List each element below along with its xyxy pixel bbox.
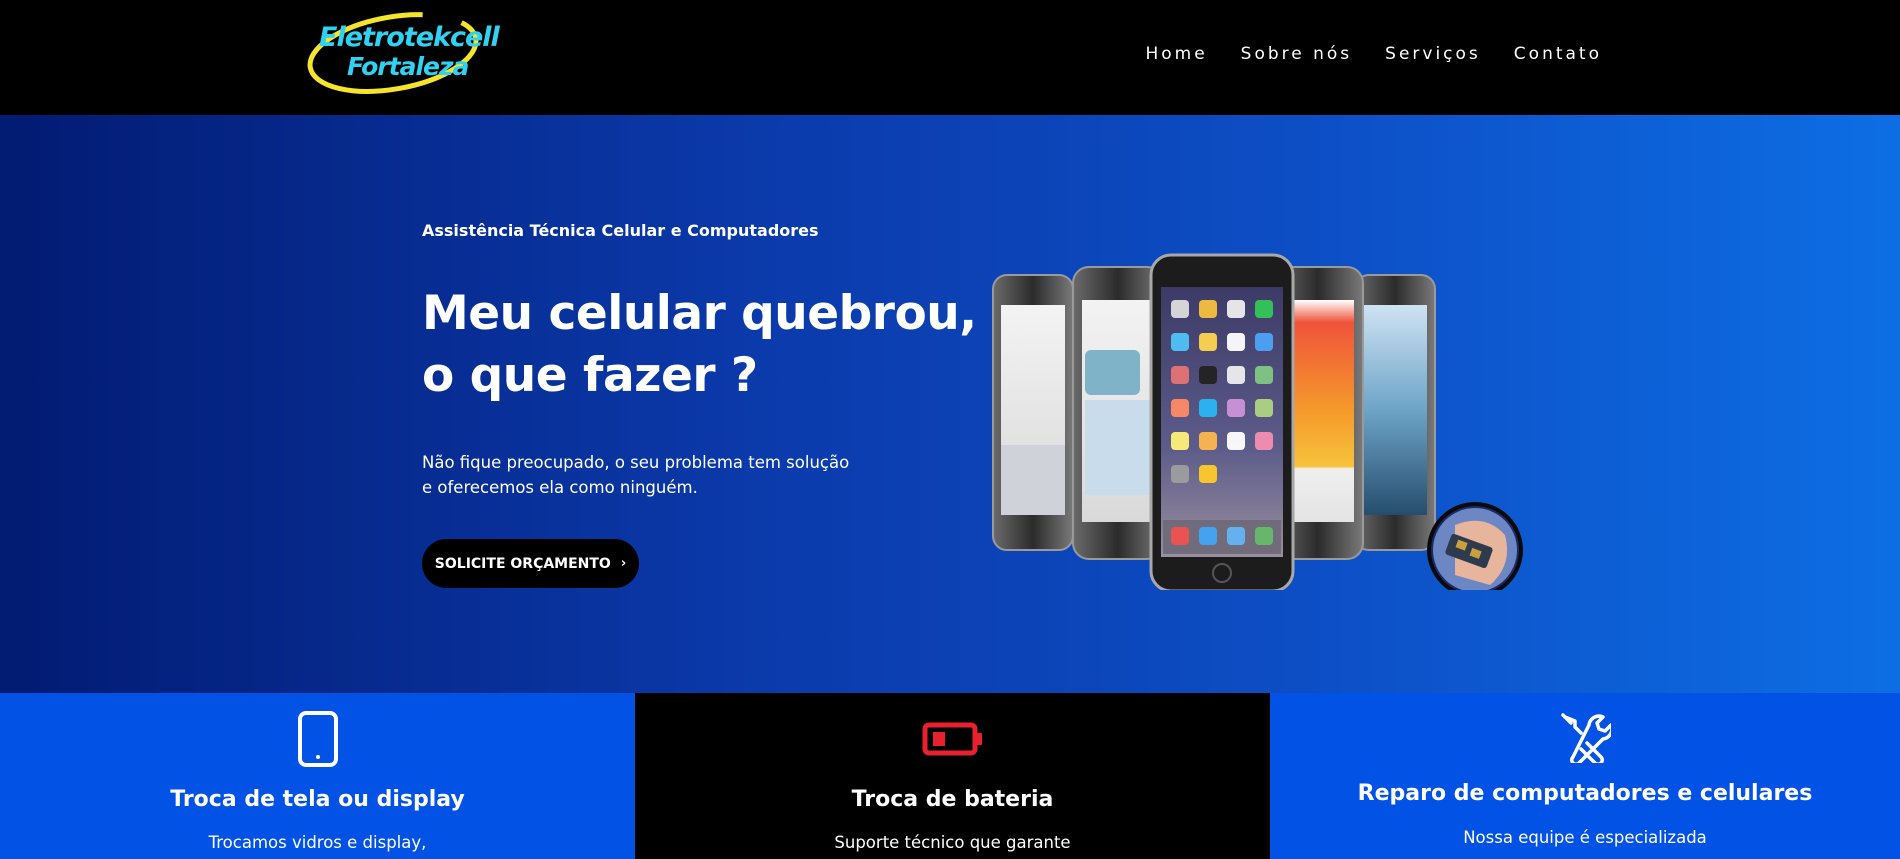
phones-illustration: [992, 253, 1523, 590]
hero-headline-line2: o que fazer ?: [422, 348, 758, 403]
battery-low-icon: [922, 722, 982, 756]
feature-desc: Trocamos vidros e display,: [208, 833, 427, 852]
feature-card-battery[interactable]: Troca de bateria Suporte técnico que gar…: [635, 693, 1270, 859]
nav-servicos[interactable]: Serviços: [1385, 44, 1481, 64]
smartphone-icon: [297, 711, 338, 767]
feature-title: Reparo de computadores e celulares: [1357, 781, 1813, 806]
feature-title: Troca de bateria: [851, 787, 1054, 812]
feature-title: Troca de tela ou display: [170, 787, 465, 812]
hero-lead: Não fique preocupado, o seu problema tem…: [422, 450, 872, 500]
hero-lead-line2: e oferecemos ela como ninguém.: [422, 478, 698, 497]
hero-lead-line1: Não fique preocupado, o seu problema tem…: [422, 453, 850, 472]
nav-home[interactable]: Home: [1145, 44, 1207, 64]
feature-card-screen[interactable]: Troca de tela ou display Trocamos vidros…: [0, 693, 635, 859]
chevron-right-icon: ›: [620, 556, 627, 571]
feature-desc: Suporte técnico que garante: [834, 833, 1071, 852]
hero-eyebrow: Assistência Técnica Celular e Computador…: [422, 221, 819, 240]
request-quote-button[interactable]: SOLICITE ORÇAMENTO ›: [422, 539, 639, 588]
request-quote-label: SOLICITE ORÇAMENTO: [434, 555, 611, 572]
hero-section: Assistência Técnica Celular e Computador…: [0, 115, 1900, 693]
logo-text-line2: Fortaleza: [347, 52, 469, 81]
logo-text-line1: Eletrotekcell: [319, 22, 500, 53]
tools-icon: [1561, 713, 1611, 763]
nav-sobre-nos[interactable]: Sobre nós: [1241, 44, 1353, 64]
features-row: Troca de tela ou display Trocamos vidros…: [0, 693, 1900, 859]
hero-headline: Meu celular quebrou, o que fazer ?: [422, 283, 977, 407]
site-header: Eletrotekcell Fortaleza Home Sobre nós S…: [0, 0, 1900, 115]
main-nav: Home Sobre nós Serviços Contato: [1145, 44, 1602, 64]
feature-desc: Nossa equipe é especializada: [1463, 828, 1707, 847]
hero-headline-line1: Meu celular quebrou,: [422, 286, 977, 341]
brand-logo[interactable]: Eletrotekcell Fortaleza: [305, 12, 500, 94]
nav-contato[interactable]: Contato: [1514, 44, 1602, 64]
feature-card-repair[interactable]: Reparo de computadores e celulares Nossa…: [1270, 693, 1900, 859]
